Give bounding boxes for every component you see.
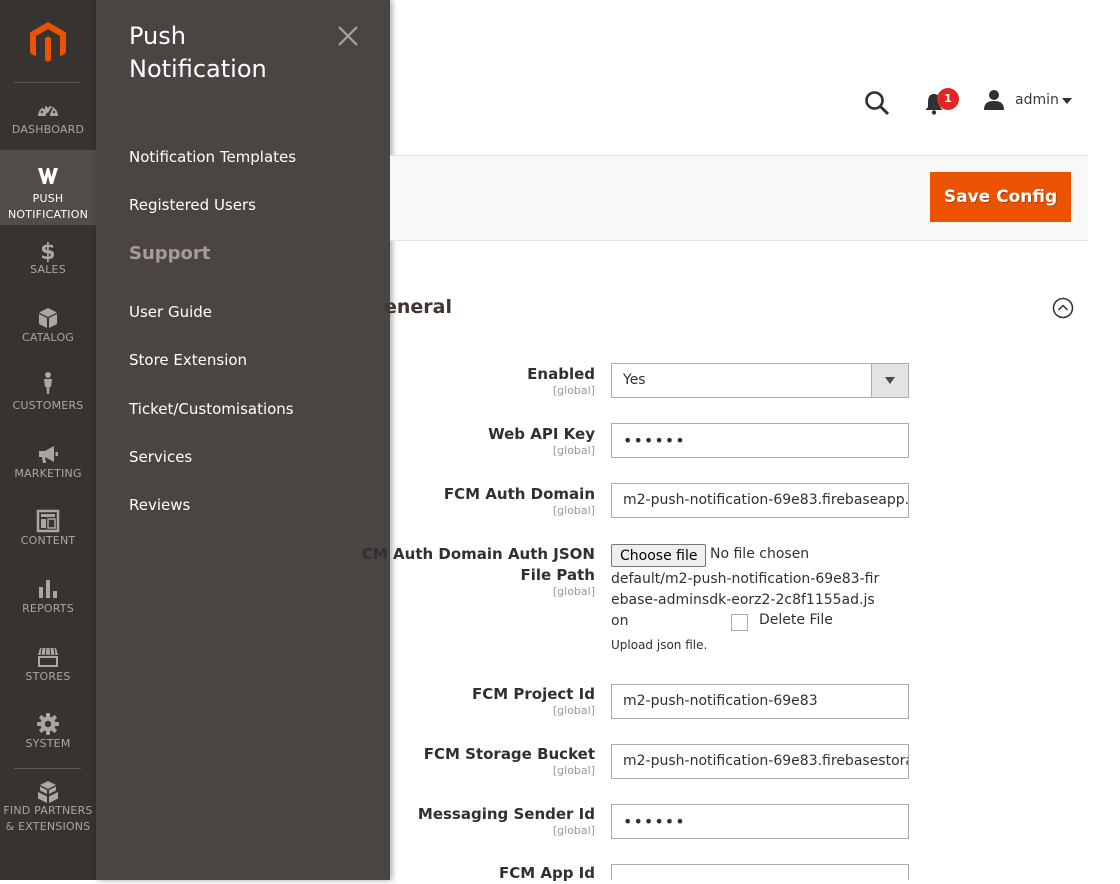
web-api-key-input[interactable]: ••••••: [611, 423, 909, 458]
upload-json-note: Upload json file.: [611, 638, 708, 652]
field-scope: [global]: [552, 504, 595, 517]
dollar-icon: $: [40, 240, 56, 262]
save-config-button[interactable]: Save Config: [930, 172, 1071, 222]
bar-chart-icon: [39, 580, 57, 598]
nav-item-system[interactable]: SYSTEM: [0, 712, 96, 756]
nav-label: NOTIFICATION: [7, 208, 89, 221]
search-icon[interactable]: [864, 90, 890, 116]
nav-label: PUSH: [32, 192, 64, 205]
nav-label: SALES: [30, 263, 66, 276]
field-scope: [global]: [552, 585, 595, 598]
flyout-link-registered-users[interactable]: Registered Users: [129, 195, 256, 215]
person-icon: [44, 372, 52, 394]
field-label-fcm-auth-json-line2: File Path: [520, 566, 596, 584]
notification-count-badge[interactable]: 1: [937, 88, 959, 110]
fcm-project-id-input[interactable]: m2-push-notification-69e83: [611, 684, 909, 719]
field-scope: [global]: [552, 704, 595, 717]
nav-item-find-partners[interactable]: FIND PARTNERS & EXTENSIONS: [0, 780, 96, 840]
nav-label: MARKETING: [14, 467, 82, 480]
nav-label: DASHBOARD: [11, 123, 85, 136]
nav-item-customers[interactable]: CUSTOMERS: [0, 371, 96, 417]
nav-item-catalog[interactable]: CATALOG: [0, 306, 96, 350]
box-icon: [39, 308, 57, 328]
nav-label: CUSTOMERS: [12, 399, 84, 412]
nav-label: & EXTENSIONS: [5, 820, 91, 833]
chevron-down-icon[interactable]: [1062, 98, 1072, 104]
nav-label: REPORTS: [22, 602, 74, 615]
section-title-general[interactable]: eneral: [384, 296, 452, 318]
push-notification-flyout: Push Notification Notification Templates…: [96, 0, 390, 880]
field-label-fcm-auth-json: CM Auth Domain Auth JSON: [361, 545, 595, 563]
boxes-icon: [38, 781, 58, 803]
user-icon[interactable]: [983, 89, 1005, 111]
messaging-sender-id-input[interactable]: ••••••: [611, 804, 909, 839]
flyout-section-support: Support: [129, 243, 211, 264]
admin-user-menu[interactable]: admin: [1015, 92, 1059, 108]
nav-label: CATALOG: [21, 331, 75, 344]
field-label-fcm-app-id: FCM App Id: [498, 864, 595, 882]
enabled-select[interactable]: Yes: [611, 363, 909, 398]
flyout-title-line: Push: [129, 22, 186, 50]
chevron-down-icon: [885, 377, 895, 384]
nav-divider: [14, 768, 81, 769]
field-label-web-api-key: Web API Key: [488, 425, 595, 443]
field-label-fcm-auth-domain: FCM Auth Domain: [443, 485, 595, 503]
field-label-messaging-sender-id: Messaging Sender Id: [417, 805, 595, 823]
svg-text:$: $: [40, 240, 56, 262]
field-scope: [global]: [552, 384, 595, 397]
flyout-link-services[interactable]: Services: [129, 447, 192, 467]
nav-label: STORES: [25, 670, 71, 683]
magento-logo-icon[interactable]: [27, 20, 69, 64]
nav-divider: [14, 82, 81, 83]
storefront-icon: [37, 647, 59, 667]
collapse-chevron-up-icon[interactable]: [1052, 297, 1074, 319]
nav-item-marketing[interactable]: MARKETING: [0, 442, 96, 486]
nav-item-sales[interactable]: $ SALES: [0, 238, 96, 282]
flyout-link-store-extension[interactable]: Store Extension: [129, 350, 247, 370]
flyout-link-ticket-customisations[interactable]: Ticket/Customisations: [129, 399, 294, 419]
flyout-title: Push Notification: [129, 20, 349, 86]
file-status-text: No file chosen: [710, 546, 810, 562]
close-icon[interactable]: [336, 24, 360, 48]
push-notification-icon: [38, 168, 58, 184]
select-arrow-button[interactable]: [871, 364, 908, 397]
flyout-title-line: Notification: [129, 55, 267, 83]
nav-item-content[interactable]: CONTENT: [0, 509, 96, 553]
field-scope: [global]: [552, 764, 595, 777]
flyout-link-user-guide[interactable]: User Guide: [129, 302, 212, 322]
fcm-app-id-input[interactable]: [611, 864, 909, 880]
delete-file-checkbox[interactable]: [731, 614, 748, 631]
megaphone-icon: [39, 446, 58, 463]
field-label-fcm-storage-bucket: FCM Storage Bucket: [423, 745, 595, 763]
delete-file-label[interactable]: Delete File: [759, 612, 833, 628]
enabled-select-value: Yes: [623, 372, 646, 388]
flyout-link-reviews[interactable]: Reviews: [129, 495, 190, 515]
fcm-storage-bucket-input[interactable]: m2-push-notification-69e83.firebasestora…: [611, 744, 909, 779]
nav-label: FIND PARTNERS: [3, 804, 93, 817]
field-scope: [global]: [552, 824, 595, 837]
layout-icon: [36, 509, 60, 533]
nav-item-reports[interactable]: REPORTS: [0, 577, 96, 621]
flyout-link-notification-templates[interactable]: Notification Templates: [129, 147, 296, 167]
nav-label: CONTENT: [20, 534, 76, 547]
field-label-fcm-project-id: FCM Project Id: [471, 685, 595, 703]
gear-icon: [37, 713, 59, 735]
admin-nav: DASHBOARD PUSH NOTIFICATION $ SALES CATA…: [0, 0, 96, 880]
nav-label: SYSTEM: [25, 737, 71, 750]
field-scope: [global]: [552, 444, 595, 457]
nav-item-stores[interactable]: STORES: [0, 645, 96, 689]
choose-file-button[interactable]: Choose file: [611, 544, 707, 567]
nav-item-push-notification[interactable]: PUSH NOTIFICATION: [0, 150, 96, 225]
dashboard-icon: [38, 105, 58, 118]
nav-item-dashboard[interactable]: DASHBOARD: [0, 98, 96, 148]
field-label-enabled: Enabled: [527, 365, 595, 383]
fcm-auth-domain-input[interactable]: m2-push-notification-69e83.firebaseapp.c…: [611, 483, 909, 518]
